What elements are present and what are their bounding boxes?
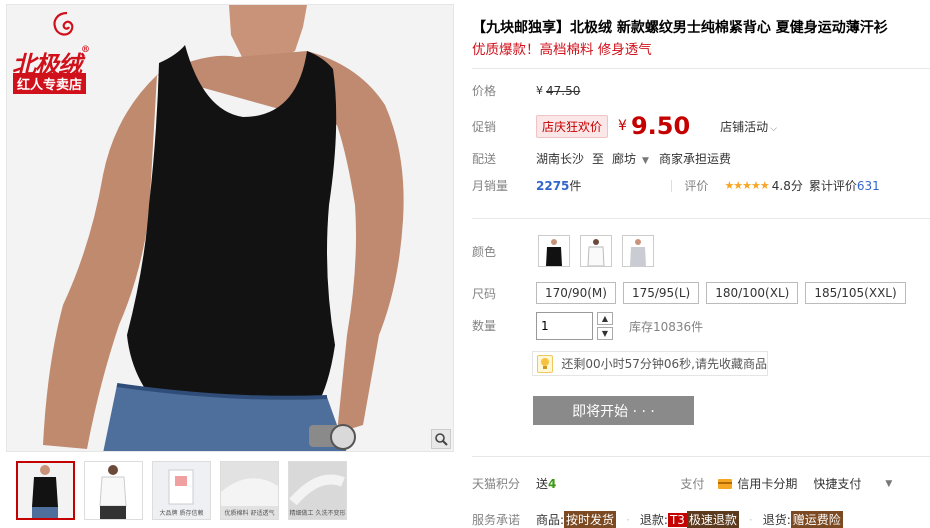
decrease-icon[interactable]: ▼	[597, 327, 613, 340]
brand-logo: 北极绒® 红人专卖店	[9, 7, 117, 94]
shop-activity-dropdown[interactable]: 店铺活动 ⌵	[720, 118, 777, 135]
service-goods: 商品:	[536, 513, 565, 527]
thumbnail-white-tank[interactable]	[84, 461, 143, 520]
quantity-label: 数量	[472, 319, 497, 333]
quantity-stepper: ▲ ▼	[597, 312, 613, 340]
size-label: 尺码	[472, 286, 497, 301]
monthly-sales-label: 月销量	[472, 179, 509, 193]
countdown-tip: 还剩00小时57分钟06秒,请先收藏商品	[532, 351, 768, 376]
delivery-label: 配送	[472, 152, 497, 166]
countdown-text: 还剩00小时57分钟06秒,请先收藏商品	[561, 357, 767, 371]
size-option[interactable]: 175/95(L)	[622, 282, 700, 304]
credit-installment[interactable]: 信用卡分期	[737, 475, 797, 492]
thumbnail-strip: 大品牌 质存信赖 优质棉料 舒适透气 精细做工 久洗不变形	[16, 461, 347, 520]
size-option[interactable]: 185/105(XXL)	[805, 282, 906, 304]
thumbnail-caption: 精细做工 久洗不变形	[289, 510, 346, 517]
product-page: 北极绒® 红人专卖店 大品牌 质存信赖 优质棉料 舒适透气 精细做工 久洗不变形…	[0, 0, 930, 528]
chevron-down-icon: ⌵	[770, 123, 777, 134]
price-label: 价格	[472, 84, 497, 98]
size-option[interactable]: 180/100(XL)	[706, 282, 799, 304]
divider	[472, 218, 930, 219]
promo-currency: ¥	[618, 118, 627, 134]
color-option-gray[interactable]	[622, 235, 654, 267]
delivery-row: 配送 湖南长沙 至 廊坊 ▼ 商家承担运费	[472, 150, 731, 167]
thumbnail-package[interactable]: 大品牌 质存信赖	[152, 461, 211, 520]
points-row: 天猫积分 送 4 支付 信用卡分期 快捷支付 ▼	[472, 475, 892, 492]
currency-symbol: ¥	[536, 84, 543, 97]
thumbnail-stitching[interactable]: 精细做工 久洗不变形	[288, 461, 347, 520]
sales-row: 月销量 2275 件 评价 ★★★★★ 4.8分 累计评价631	[472, 177, 880, 194]
rating-label: 评价	[684, 179, 709, 193]
color-option-black[interactable]	[538, 235, 570, 267]
product-title: 【九块邮独享】北极绒 新款螺纹男士纯棉紧背心 夏健身运动薄汗衫	[472, 20, 888, 36]
brand-swirl-icon	[53, 11, 74, 36]
zoom-icon[interactable]	[431, 429, 451, 449]
ship-from: 湖南长沙	[536, 152, 585, 166]
caret-down-icon[interactable]: ▼	[885, 479, 892, 489]
service-refund-badge: T3	[667, 512, 687, 527]
to-word: 至	[592, 152, 605, 166]
color-label: 颜色	[472, 244, 497, 259]
promo-label: 促销	[472, 119, 497, 134]
thumbnail-black-tank[interactable]	[16, 461, 75, 520]
stock-count: 库存10836件	[629, 319, 704, 334]
size-option[interactable]: 170/90(M)	[536, 282, 616, 304]
freight-text: 商家承担运费	[658, 152, 731, 166]
size-row: 尺码 170/90(M) 175/95(L) 180/100(XL) 185/1…	[472, 282, 913, 304]
rating-score: 4.8分	[771, 179, 803, 193]
pay-label: 支付	[680, 477, 705, 491]
service-label: 服务承诺	[472, 513, 521, 527]
promo-tag: 店庆狂欢价	[536, 114, 609, 138]
color-option-white[interactable]	[580, 235, 612, 267]
monthly-sales-count: 2275	[536, 178, 570, 193]
product-subtitle: 优质爆款！高档棉料 修身透气	[472, 42, 652, 58]
service-row: 服务承诺 商品: 按时发货 · 退款: T3 极速退款 · 退货: 赠运费险	[472, 511, 843, 528]
points-label[interactable]: 天猫积分	[472, 475, 536, 492]
separator: ·	[748, 512, 753, 527]
divider	[472, 68, 930, 69]
service-return: 退货:	[762, 513, 791, 527]
main-product-image[interactable]: 北极绒® 红人专卖店	[6, 4, 454, 452]
thumbnail-fabric[interactable]: 优质棉料 舒适透气	[220, 461, 279, 520]
credit-card-icon	[718, 478, 733, 489]
service-refund: 退款:	[639, 513, 668, 527]
sales-unit: 件	[569, 179, 582, 193]
points-value: 4	[548, 476, 557, 491]
original-price: 47.50	[546, 83, 581, 98]
caret-down-icon: ▼	[642, 156, 649, 166]
total-reviews-link[interactable]: 累计评价631	[809, 177, 880, 194]
price-row: 价格 ¥ 47.50	[472, 82, 580, 99]
lightbulb-icon	[537, 354, 554, 373]
color-row: 颜色	[472, 235, 664, 267]
product-info: 【九块邮独享】北极绒 新款螺纹男士纯棉紧背心 夏健身运动薄汗衫 优质爆款！高档棉…	[472, 18, 924, 60]
promo-row: 促销 店庆狂欢价 ¥ 9.50 店铺活动 ⌵	[472, 112, 777, 140]
thumbnail-caption: 优质棉料 舒适透气	[224, 510, 275, 517]
increase-icon[interactable]: ▲	[597, 312, 613, 325]
quantity-input[interactable]	[536, 312, 593, 340]
points-send: 送	[536, 477, 549, 491]
rating-stars-icon: ★★★★★	[724, 179, 769, 192]
divider	[472, 456, 930, 457]
divider	[671, 179, 673, 192]
quantity-row: 数量 ▲ ▼ 库存10836件	[472, 312, 703, 340]
thumbnail-caption: 大品牌 质存信赖	[159, 510, 204, 517]
service-return-tag[interactable]: 赠运费险	[790, 511, 843, 528]
separator: ·	[626, 512, 630, 527]
service-refund-tag[interactable]: 极速退款	[686, 511, 739, 528]
promo-price: 9.50	[630, 112, 691, 140]
ship-to-dropdown[interactable]: 廊坊 ▼	[612, 150, 649, 167]
service-goods-tag[interactable]: 按时发货	[564, 511, 617, 528]
quick-pay[interactable]: 快捷支付	[813, 475, 861, 492]
coming-soon-button[interactable]: 即将开始 · · ·	[533, 396, 694, 425]
brand-shop-label: 红人专卖店	[13, 73, 87, 94]
